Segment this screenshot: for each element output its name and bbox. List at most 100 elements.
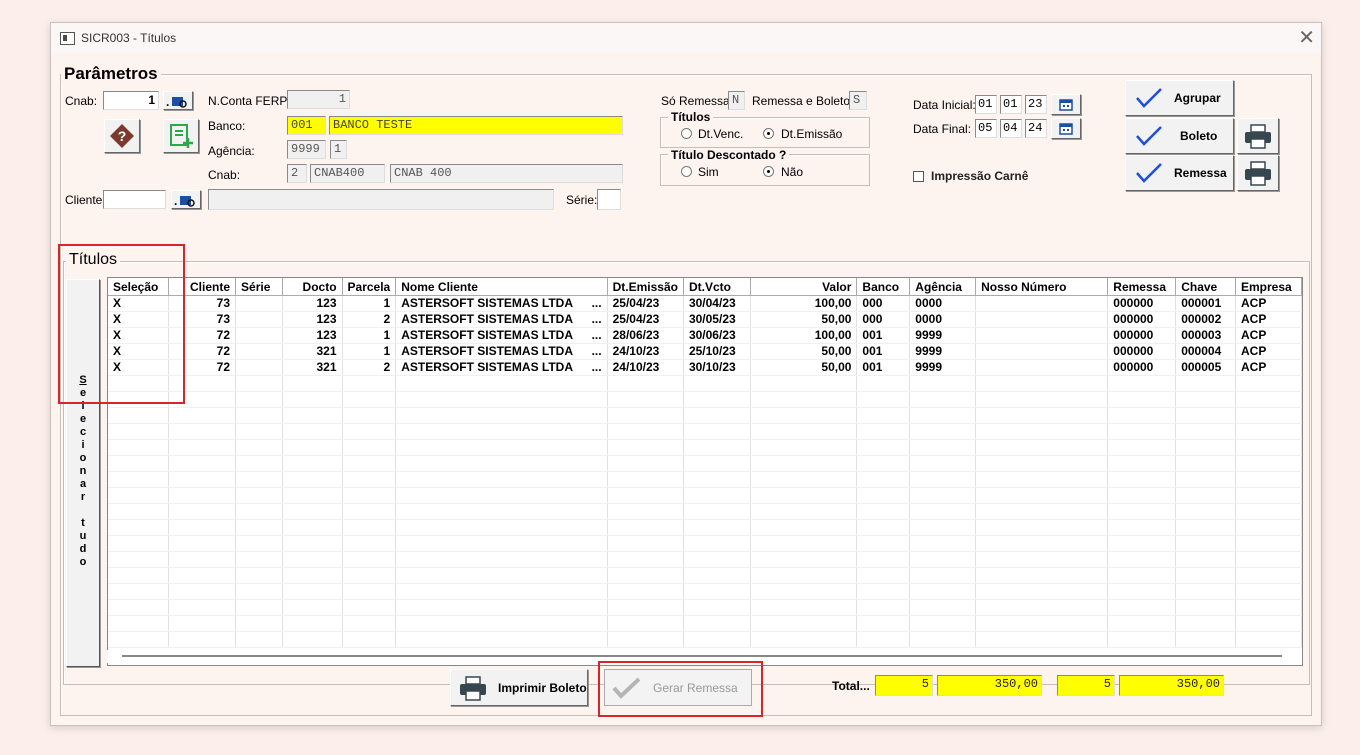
imprimir-boleto-label: Imprimir Boleto xyxy=(498,680,587,695)
data-inicial-calendar-button[interactable] xyxy=(1051,94,1081,115)
folder-search-icon: . xyxy=(166,95,187,108)
table-cell: 24/10/23 xyxy=(607,359,684,376)
empty-cell xyxy=(909,583,977,600)
empty-cell xyxy=(108,455,170,472)
table-cell: 001 xyxy=(856,359,911,376)
empty-cell xyxy=(1175,455,1236,472)
empty-cell xyxy=(395,567,608,584)
empty-cell xyxy=(750,519,858,536)
column-header[interactable]: Dt.Vcto xyxy=(683,278,751,296)
cell-text: 000001 xyxy=(1181,296,1222,310)
empty-cell xyxy=(395,407,608,424)
descontado-title: Título Descontado ? xyxy=(668,148,790,162)
empty-cell xyxy=(235,391,283,408)
table-cell: 001 xyxy=(856,327,911,344)
add-document-button[interactable] xyxy=(163,119,199,153)
empty-cell xyxy=(235,375,283,392)
cell-text: 001 xyxy=(862,344,883,358)
banco-code-input[interactable]: 001 xyxy=(287,116,326,135)
select-all-letter: d xyxy=(79,543,87,555)
empty-cell xyxy=(1235,519,1302,536)
serie-input[interactable] xyxy=(597,189,621,210)
so-remessa-field[interactable]: N xyxy=(728,91,745,110)
help-button[interactable]: ? xyxy=(104,119,140,153)
agrupar-button[interactable]: Agrupar xyxy=(1125,80,1234,116)
imprimir-boleto-button[interactable]: Imprimir Boleto xyxy=(450,669,588,706)
boleto-button[interactable]: Boleto xyxy=(1125,118,1234,154)
remessa-button[interactable]: Remessa xyxy=(1125,155,1234,191)
table-row[interactable]: X 72 321 2 ASTERSOFT SISTEMAS LTDA... 24/10/2… xyxy=(108,359,1302,376)
svg-text:.: . xyxy=(166,95,169,108)
column-header[interactable]: Série xyxy=(235,278,283,296)
data-final-year[interactable]: 24 xyxy=(1025,119,1047,138)
empty-cell xyxy=(395,455,608,472)
cnab-input[interactable]: 1 xyxy=(103,91,159,110)
empty-cell xyxy=(750,455,858,472)
remessa-boleto-field[interactable]: S xyxy=(849,91,867,110)
column-header[interactable]: Empresa xyxy=(1235,278,1302,296)
empty-cell xyxy=(750,439,858,456)
data-final-month[interactable]: 04 xyxy=(1000,119,1022,138)
nao-radio[interactable] xyxy=(763,166,774,177)
dt-emissao-radio[interactable] xyxy=(763,128,774,139)
empty-cell xyxy=(683,535,751,552)
empty-cell xyxy=(856,455,911,472)
table-row[interactable]: X 73 123 1 ASTERSOFT SISTEMAS LTDA... 25/04/2… xyxy=(108,295,1302,312)
dt-venc-radio[interactable] xyxy=(681,128,692,139)
empty-cell xyxy=(975,567,1109,584)
data-final-day[interactable]: 05 xyxy=(975,119,997,138)
empty-cell xyxy=(909,375,977,392)
empty-cell xyxy=(683,551,751,568)
empty-cell xyxy=(1235,503,1302,520)
print-remessa-button[interactable] xyxy=(1237,155,1279,191)
sim-radio[interactable] xyxy=(681,166,692,177)
titulos-grid[interactable]: Seleção Cliente Série Docto Parcela Nome Clie… xyxy=(107,277,1303,666)
table-row[interactable]: X 73 123 2 ASTERSOFT SISTEMAS LTDA... 25/04/2… xyxy=(108,311,1302,328)
cliente-lookup-button[interactable]: . xyxy=(171,190,201,209)
empty-cell xyxy=(909,567,977,584)
column-header[interactable]: Valor xyxy=(750,278,858,296)
empty-cell xyxy=(1235,455,1302,472)
close-icon[interactable]: ✕ xyxy=(1298,25,1315,50)
empty-cell xyxy=(909,423,977,440)
cnab-lookup-button[interactable]: . xyxy=(163,91,193,110)
data-final-calendar-button[interactable] xyxy=(1051,118,1081,139)
title-bar[interactable]: SICR003 - Títulos ✕ xyxy=(51,23,1321,53)
total-count-2: 5 xyxy=(1057,675,1115,696)
empty-cell xyxy=(235,487,283,504)
data-inicial-day[interactable]: 01 xyxy=(975,95,997,114)
cliente-label: Cliente: xyxy=(65,193,106,207)
table-cell: 30/04/23 xyxy=(683,295,751,312)
column-header[interactable]: Docto xyxy=(282,278,343,296)
column-header[interactable]: Remessa xyxy=(1107,278,1177,296)
cell-text: 50,00 xyxy=(821,344,852,358)
print-boleto-button[interactable] xyxy=(1237,118,1279,154)
printer-icon xyxy=(1245,124,1271,149)
cnab2-label: Cnab: xyxy=(208,168,241,182)
column-header[interactable]: Parcela xyxy=(342,278,397,296)
data-inicial-month[interactable]: 01 xyxy=(1000,95,1022,114)
dt-venc-label: Dt.Venc. xyxy=(698,127,744,141)
impressao-carne-checkbox[interactable] xyxy=(913,171,924,182)
column-header[interactable]: Banco xyxy=(856,278,911,296)
empty-cell xyxy=(1107,471,1177,488)
column-header[interactable]: Nome Cliente xyxy=(395,278,608,296)
scrollbar-track[interactable] xyxy=(122,655,1282,657)
empty-cell xyxy=(168,583,237,600)
empty-cell xyxy=(856,599,911,616)
empty-cell xyxy=(856,551,911,568)
column-header[interactable]: Chave xyxy=(1175,278,1236,296)
empty-cell xyxy=(975,519,1109,536)
data-inicial-year[interactable]: 23 xyxy=(1025,95,1047,114)
empty-cell xyxy=(168,535,237,552)
cliente-input[interactable] xyxy=(103,190,166,209)
empty-cell xyxy=(683,455,751,472)
table-row[interactable]: X 72 123 1 ASTERSOFT SISTEMAS LTDA... 28/06/2… xyxy=(108,327,1302,344)
agencia-label: Agência: xyxy=(208,144,255,158)
cell-text: ASTERSOFT SISTEMAS LTDA xyxy=(401,344,574,358)
column-header[interactable]: Nosso Número xyxy=(975,278,1109,296)
table-row[interactable]: X 72 321 1 ASTERSOFT SISTEMAS LTDA... 24/10/2… xyxy=(108,343,1302,360)
empty-cell xyxy=(395,391,608,408)
column-header[interactable]: Agência xyxy=(909,278,977,296)
column-header[interactable]: Dt.Emissão xyxy=(607,278,684,296)
